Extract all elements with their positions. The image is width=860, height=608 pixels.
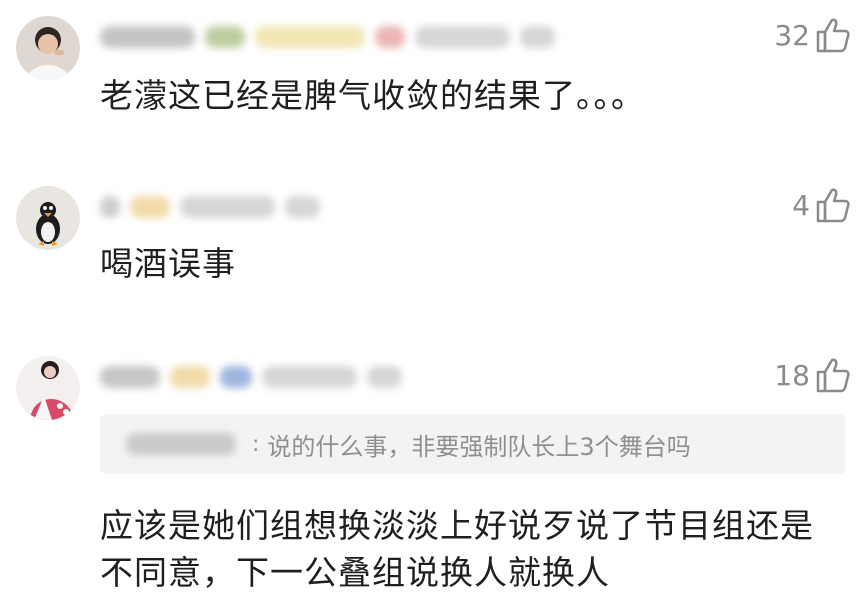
- comment-content: 老濛这已经是脾气收敛的结果了。。。: [100, 76, 645, 115]
- thumbs-up-icon: [816, 188, 850, 223]
- like-count: 32: [774, 18, 810, 52]
- thumbs-up-icon: [816, 18, 850, 53]
- comment-content-line: 应该是她们组想换淡淡上好说歹说了节目组还是: [100, 506, 814, 545]
- like-count: 18: [774, 358, 810, 392]
- user-meta-blurred: [100, 194, 320, 220]
- like-button[interactable]: 4: [792, 187, 850, 223]
- comment-item: 4 喝酒误事: [0, 170, 860, 320]
- comment-content: 喝酒误事: [100, 244, 236, 283]
- like-button[interactable]: 18: [774, 357, 850, 393]
- avatar[interactable]: [16, 186, 80, 250]
- comment-content: 应该是她们组想换淡淡上好说歹说了节目组还是 不同意，下一公叠组说换人就换人: [100, 502, 814, 596]
- user-avatar-icon: [16, 356, 80, 420]
- comment-item: 18 : 说的什么事，非要强制队长上3个舞台吗 应该是她们组想换淡淡上好说歹说了…: [0, 340, 860, 608]
- quoted-reply[interactable]: : 说的什么事，非要强制队长上3个舞台吗: [100, 414, 845, 474]
- user-meta-blurred: [100, 364, 402, 390]
- quoted-username-blurred: [126, 433, 236, 455]
- avatar[interactable]: [16, 356, 80, 420]
- user-avatar-icon: [16, 16, 80, 80]
- thumbs-up-icon: [816, 358, 850, 393]
- like-button[interactable]: 32: [774, 17, 850, 53]
- avatar[interactable]: [16, 16, 80, 80]
- user-meta-blurred: [100, 24, 555, 50]
- quoted-text: 说的什么事，非要强制队长上3个舞台吗: [267, 432, 691, 461]
- comment-item: 32 老濛这已经是脾气收敛的结果了。。。: [0, 0, 860, 150]
- quoted-separator: :: [252, 431, 260, 457]
- like-count: 4: [792, 188, 810, 222]
- user-avatar-icon: [16, 186, 80, 250]
- comment-content-line: 不同意，下一公叠组说换人就换人: [100, 553, 610, 592]
